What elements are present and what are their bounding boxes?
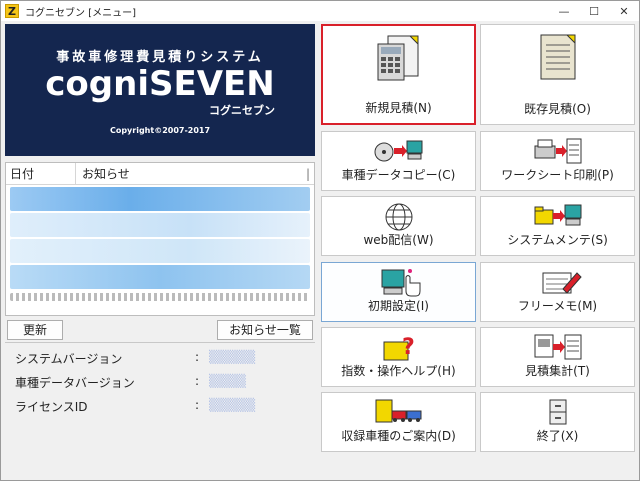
system-maintenance-label: システムメンテ(S): [507, 233, 608, 247]
cars-book-icon: [375, 399, 421, 423]
help-book-icon: ?: [383, 335, 415, 361]
divider: [5, 342, 315, 343]
vehicle-data-version-value: ▒▒▒▒: [209, 374, 246, 388]
column-header-divider: |: [306, 166, 311, 181]
list-item[interactable]: [10, 239, 310, 263]
svg-text:?: ?: [402, 335, 415, 360]
app-icon: Z: [5, 4, 19, 18]
license-id-value: ▒▒▒▒▒: [209, 398, 256, 412]
vehicle-data-version-label: 車種データバージョン: [15, 376, 135, 390]
list-item[interactable]: [10, 187, 310, 211]
product-banner: 事故車修理費見積りシステム cogniSEVEN コグニセブン Copyrigh…: [5, 24, 315, 156]
document-icon: [540, 34, 575, 80]
index-help-label: 指数・操作ヘルプ(H): [341, 364, 456, 378]
folder-to-computer-icon: [534, 204, 581, 226]
worksheet-print-label: ワークシート印刷(P): [501, 168, 614, 182]
close-button[interactable]: ✕: [609, 1, 639, 21]
banner-copyright: Copyright©2007-2017: [109, 126, 211, 135]
index-help-button[interactable]: ? 指数・操作ヘルプ(H): [321, 327, 476, 387]
client-area: 事故車修理費見積りシステム cogniSEVEN コグニセブン Copyrigh…: [3, 22, 637, 479]
calculator-icon: [377, 35, 418, 81]
product-logo: cogniSEVEN: [45, 64, 275, 104]
title-bar[interactable]: Z コグニセブン [メニュー] — ☐ ✕: [1, 1, 639, 21]
refresh-button[interactable]: 更新: [7, 320, 63, 340]
list-item[interactable]: [10, 213, 310, 237]
list-item-partial: [10, 293, 310, 301]
column-header-notice[interactable]: お知らせ: [76, 163, 306, 185]
colon: :: [195, 374, 200, 388]
colon: :: [195, 398, 200, 412]
minimize-button[interactable]: —: [549, 1, 579, 21]
list-item[interactable]: [10, 265, 310, 289]
recorded-vehicles-label: 収録車種のご案内(D): [341, 429, 456, 443]
maximize-button[interactable]: ☐: [579, 1, 609, 21]
window-controls: — ☐ ✕: [549, 1, 639, 21]
computer-touch-icon: [381, 269, 420, 297]
estimate-total-label: 見積集計(T): [525, 364, 590, 378]
new-estimate-label: 新規見積(N): [365, 101, 432, 115]
column-header-date[interactable]: 日付: [6, 163, 76, 185]
globe-icon: [385, 203, 412, 231]
news-list-header: 日付 お知らせ |: [6, 163, 314, 185]
worksheet-print-button[interactable]: ワークシート印刷(P): [480, 131, 635, 191]
system-version-row: システムバージョン : ▒▒▒▒▒: [15, 350, 305, 370]
exit-button[interactable]: 終了(X): [480, 392, 635, 452]
banner-tagline: 事故車修理費見積りシステム: [56, 50, 264, 65]
system-version-value: ▒▒▒▒▒: [209, 350, 256, 364]
existing-estimate-label: 既存見積(O): [524, 102, 591, 116]
initial-settings-label: 初期設定(I): [368, 299, 429, 313]
vehicle-data-copy-label: 車種データコピー(C): [341, 168, 456, 182]
colon: :: [195, 350, 200, 364]
disk-to-computer-icon: [374, 140, 422, 162]
system-maintenance-button[interactable]: システムメンテ(S): [480, 196, 635, 256]
license-id-row: ライセンスID : ▒▒▒▒▒: [15, 398, 305, 418]
main-window: Z コグニセブン [メニュー] — ☐ ✕ 事故車修理費見積りシステム cogn…: [0, 0, 640, 481]
window-title: コグニセブン [メニュー]: [25, 7, 136, 19]
news-list-button[interactable]: お知らせ一覧: [217, 320, 313, 340]
free-memo-label: フリーメモ(M): [517, 299, 598, 313]
cabinet-icon: [549, 399, 566, 425]
vehicle-data-version-row: 車種データバージョン : ▒▒▒▒: [15, 374, 305, 394]
vehicle-data-copy-button[interactable]: 車種データコピー(C): [321, 131, 476, 191]
web-distribution-label: web配信(W): [363, 233, 434, 247]
recorded-vehicles-button[interactable]: 収録車種のご案内(D): [321, 392, 476, 452]
documents-to-sheet-icon: [534, 334, 581, 360]
printer-icon: [534, 138, 581, 164]
system-version-label: システムバージョン: [15, 352, 123, 366]
web-distribution-button[interactable]: web配信(W): [321, 196, 476, 256]
new-estimate-button[interactable]: 新規見積(N): [321, 24, 476, 125]
free-memo-button[interactable]: フリーメモ(M): [480, 262, 635, 322]
initial-settings-button[interactable]: 初期設定(I): [321, 262, 476, 322]
license-id-label: ライセンスID: [15, 400, 88, 414]
news-list[interactable]: 日付 お知らせ |: [5, 162, 315, 316]
estimate-total-button[interactable]: 見積集計(T): [480, 327, 635, 387]
memo-pencil-icon: [542, 272, 582, 294]
product-logo-kana: コグニセブン: [209, 104, 275, 117]
existing-estimate-button[interactable]: 既存見積(O): [480, 24, 635, 125]
exit-label: 終了(X): [536, 429, 579, 443]
